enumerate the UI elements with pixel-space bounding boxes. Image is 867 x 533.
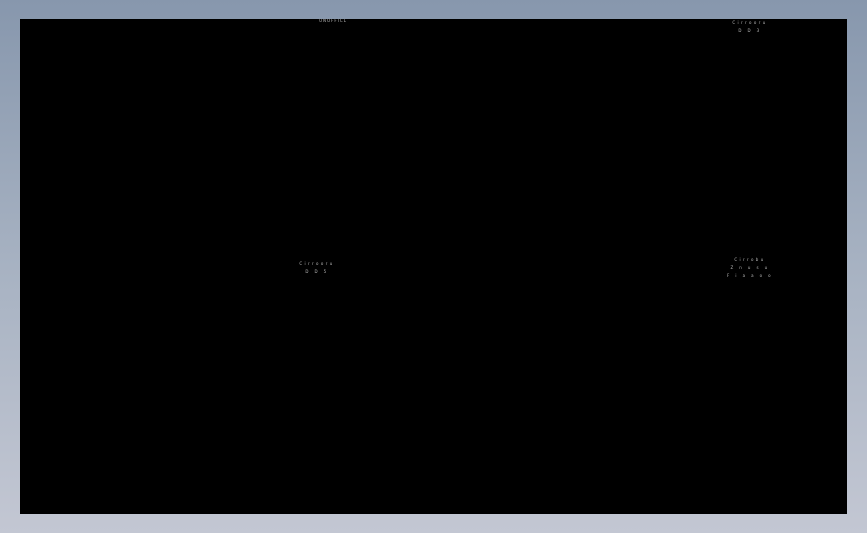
annotation-right: Cirrobu Z n u s u F i a a o o: [727, 256, 773, 280]
annotation-line: D D 3: [738, 28, 762, 33]
annotation-center: Cirrooru D D 5: [299, 260, 334, 276]
annotation-top-right: Cirrooru D D 3: [732, 19, 767, 35]
annotation-line: Cirrooru: [299, 261, 335, 266]
annotation-line: Cirrooru: [732, 20, 768, 25]
annotation-line: D D 5: [305, 269, 329, 274]
annotation-line: Cirrobu: [734, 257, 766, 262]
annotation-line: Z n u s u: [730, 265, 770, 270]
render-viewport[interactable]: UNOFFICL Cirrooru D D 3 Cirrooru D D 5 C…: [20, 19, 847, 514]
viewport-title: UNOFFICL: [319, 19, 347, 23]
annotation-line: F i a a o o: [727, 273, 773, 278]
